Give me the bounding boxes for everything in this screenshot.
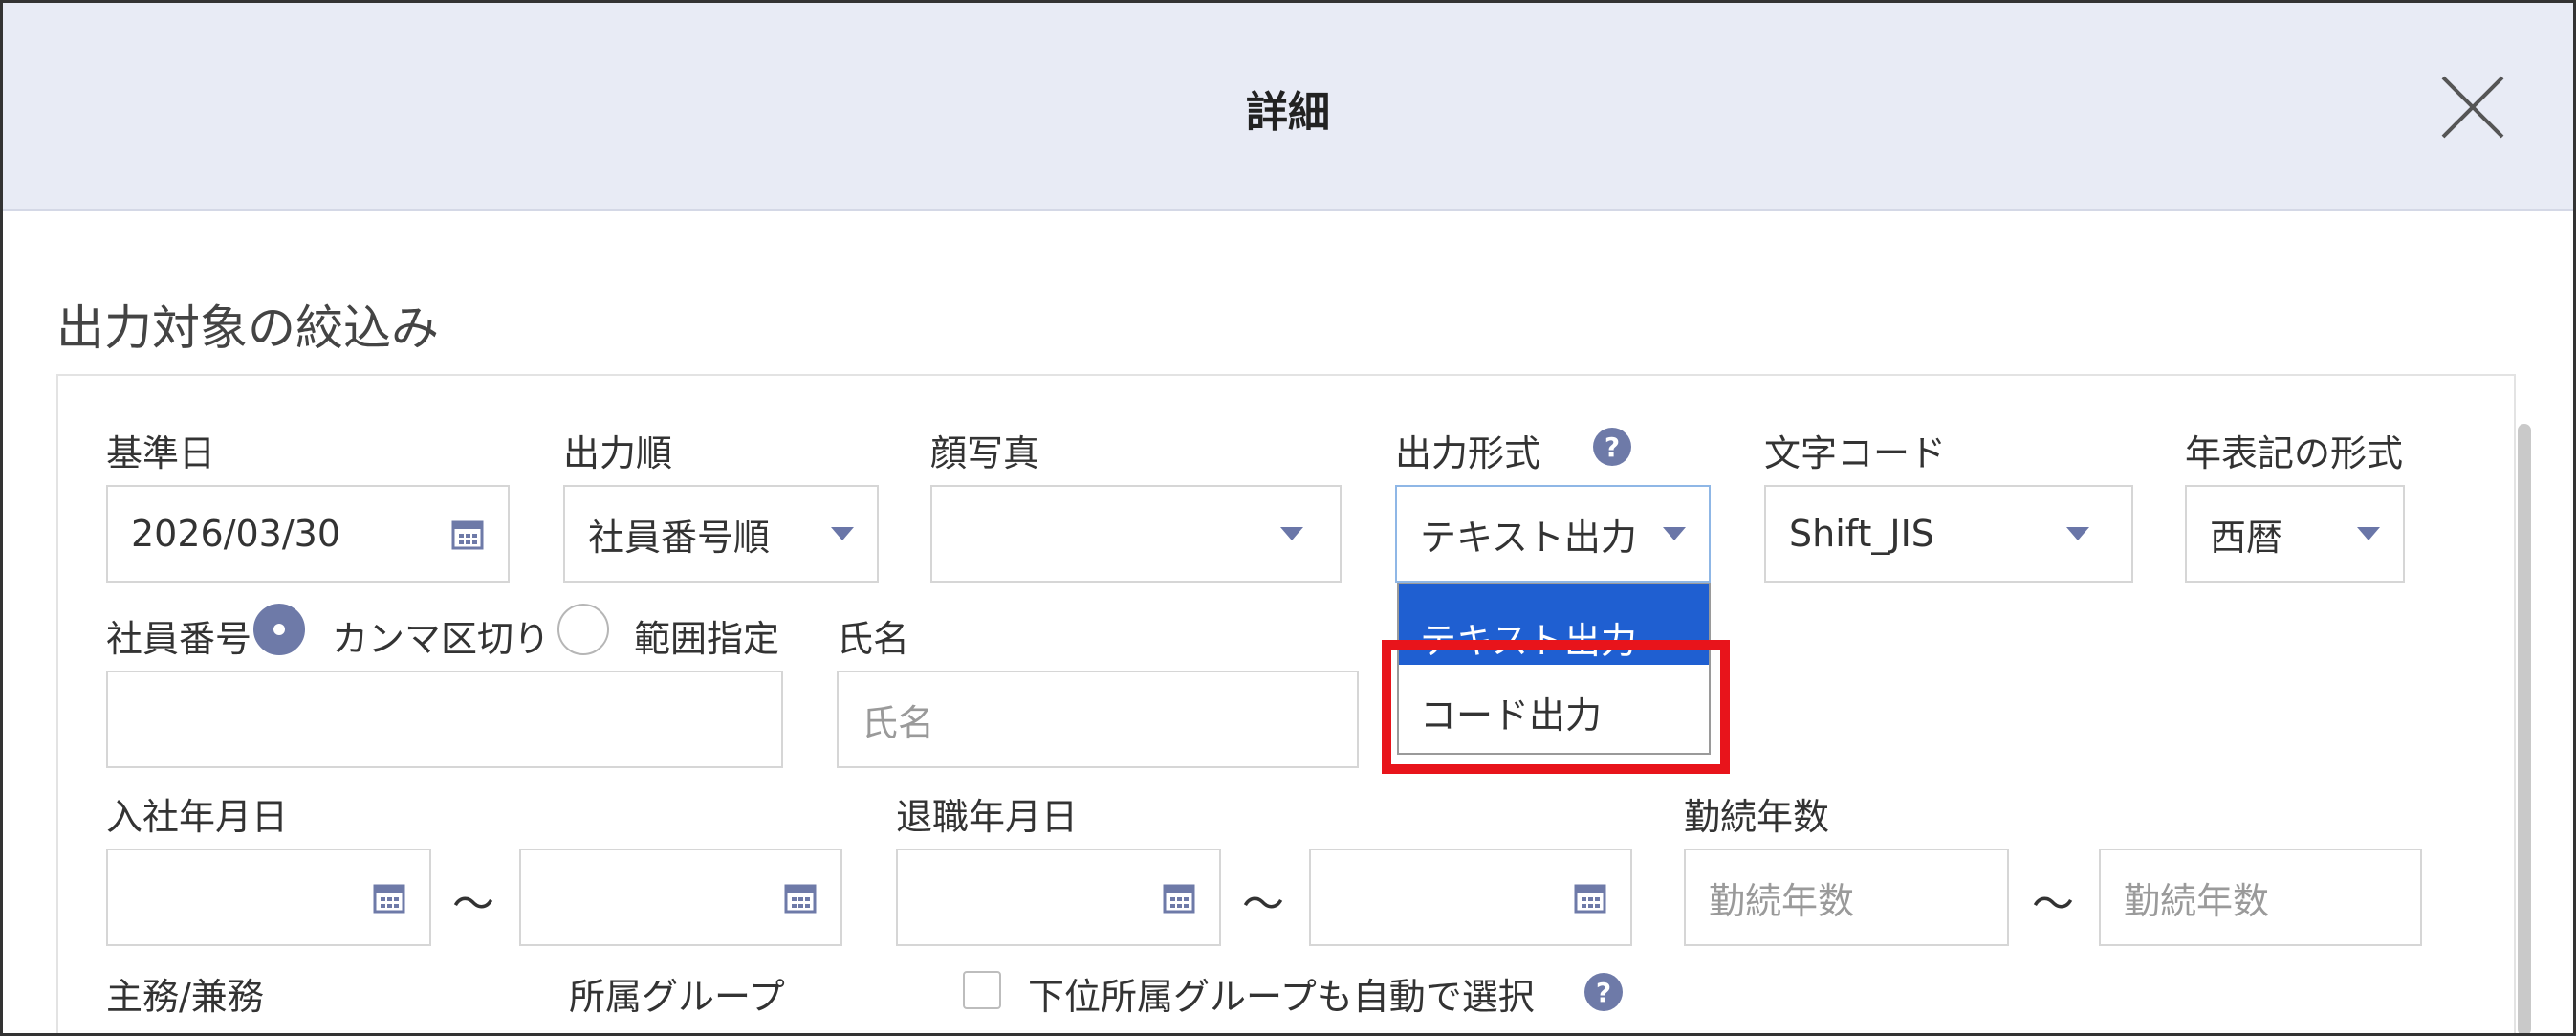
range-label: 範囲指定 xyxy=(634,618,780,660)
retire-date-label: 退職年月日 xyxy=(896,796,1079,838)
comma-separated-label: カンマ区切り xyxy=(332,618,551,660)
retire-date-to-input[interactable] xyxy=(1309,849,1632,946)
char-code-value: Shift_JIS xyxy=(1789,513,1934,555)
output-format-help-icon[interactable]: ? xyxy=(1593,428,1631,466)
calendar-icon[interactable] xyxy=(1162,880,1196,915)
year-format-label: 年表記の形式 xyxy=(2185,432,2404,474)
main-side-job-label: 主務/兼務 xyxy=(106,976,264,1018)
detail-dialog: 詳細 出力対象の絞込み 基準日 出力順 顔写真 出力形式 ? 文字コード 年表記… xyxy=(0,0,2576,1036)
year-format-select[interactable]: 西暦 xyxy=(2185,485,2405,583)
hire-date-from-input[interactable] xyxy=(106,849,431,946)
base-date-input[interactable]: 2026/03/30 xyxy=(106,485,510,583)
highlight-box xyxy=(1382,640,1730,774)
dialog-header: 詳細 xyxy=(3,3,2573,211)
name-label: 氏名 xyxy=(837,618,910,660)
name-placeholder: 氏名 xyxy=(862,701,935,744)
output-format-select[interactable]: テキスト出力 xyxy=(1395,485,1711,583)
radio-comma-separated[interactable] xyxy=(253,604,305,655)
output-order-value: 社員番号順 xyxy=(588,516,771,559)
dialog-title: 詳細 xyxy=(1246,88,1330,137)
calendar-icon[interactable] xyxy=(1573,880,1607,915)
chevron-down-icon xyxy=(1280,527,1303,540)
hire-date-to-input[interactable] xyxy=(519,849,842,946)
years-service-to-input[interactable]: 勤続年数 xyxy=(2099,849,2422,946)
output-format-label: 出力形式 xyxy=(1395,432,1541,474)
retire-date-from-input[interactable] xyxy=(896,849,1221,946)
face-photo-label: 顔写真 xyxy=(930,432,1040,474)
base-date-label: 基準日 xyxy=(106,432,216,474)
employee-number-input[interactable] xyxy=(106,671,783,768)
face-photo-select[interactable] xyxy=(930,485,1342,583)
chevron-down-icon xyxy=(1663,527,1686,540)
range-separator: ～ xyxy=(2032,880,2074,929)
group-help-icon[interactable]: ? xyxy=(1584,973,1623,1011)
calendar-icon[interactable] xyxy=(783,880,818,915)
years-service-from-input[interactable]: 勤続年数 xyxy=(1684,849,2009,946)
char-code-select[interactable]: Shift_JIS xyxy=(1764,485,2133,583)
auto-select-subgroup-checkbox[interactable] xyxy=(963,971,1001,1009)
calendar-icon[interactable] xyxy=(450,517,485,551)
section-title: 出力対象の絞込み xyxy=(56,300,439,356)
range-separator: ～ xyxy=(452,880,494,929)
radio-range[interactable] xyxy=(557,604,609,655)
base-date-value: 2026/03/30 xyxy=(131,513,341,555)
range-separator: ～ xyxy=(1242,880,1284,929)
chevron-down-icon xyxy=(831,527,854,540)
output-format-value: テキスト出力 xyxy=(1420,516,1637,559)
calendar-icon[interactable] xyxy=(372,880,406,915)
char-code-label: 文字コード xyxy=(1764,432,1947,474)
output-order-label: 出力順 xyxy=(563,432,673,474)
chevron-down-icon xyxy=(2066,527,2089,540)
years-service-label: 勤続年数 xyxy=(1684,796,1830,838)
name-input[interactable]: 氏名 xyxy=(837,671,1359,768)
auto-select-subgroup-label: 下位所属グループも自動で選択 xyxy=(1028,976,1535,1018)
hire-date-label: 入社年月日 xyxy=(106,796,289,838)
output-order-select[interactable]: 社員番号順 xyxy=(563,485,879,583)
employee-number-label: 社員番号 xyxy=(106,618,252,660)
scrollbar[interactable] xyxy=(2518,424,2531,1033)
group-label: 所属グループ xyxy=(569,976,785,1018)
chevron-down-icon xyxy=(2357,527,2380,540)
year-format-value: 西暦 xyxy=(2210,516,2283,559)
close-icon[interactable] xyxy=(2439,74,2506,141)
